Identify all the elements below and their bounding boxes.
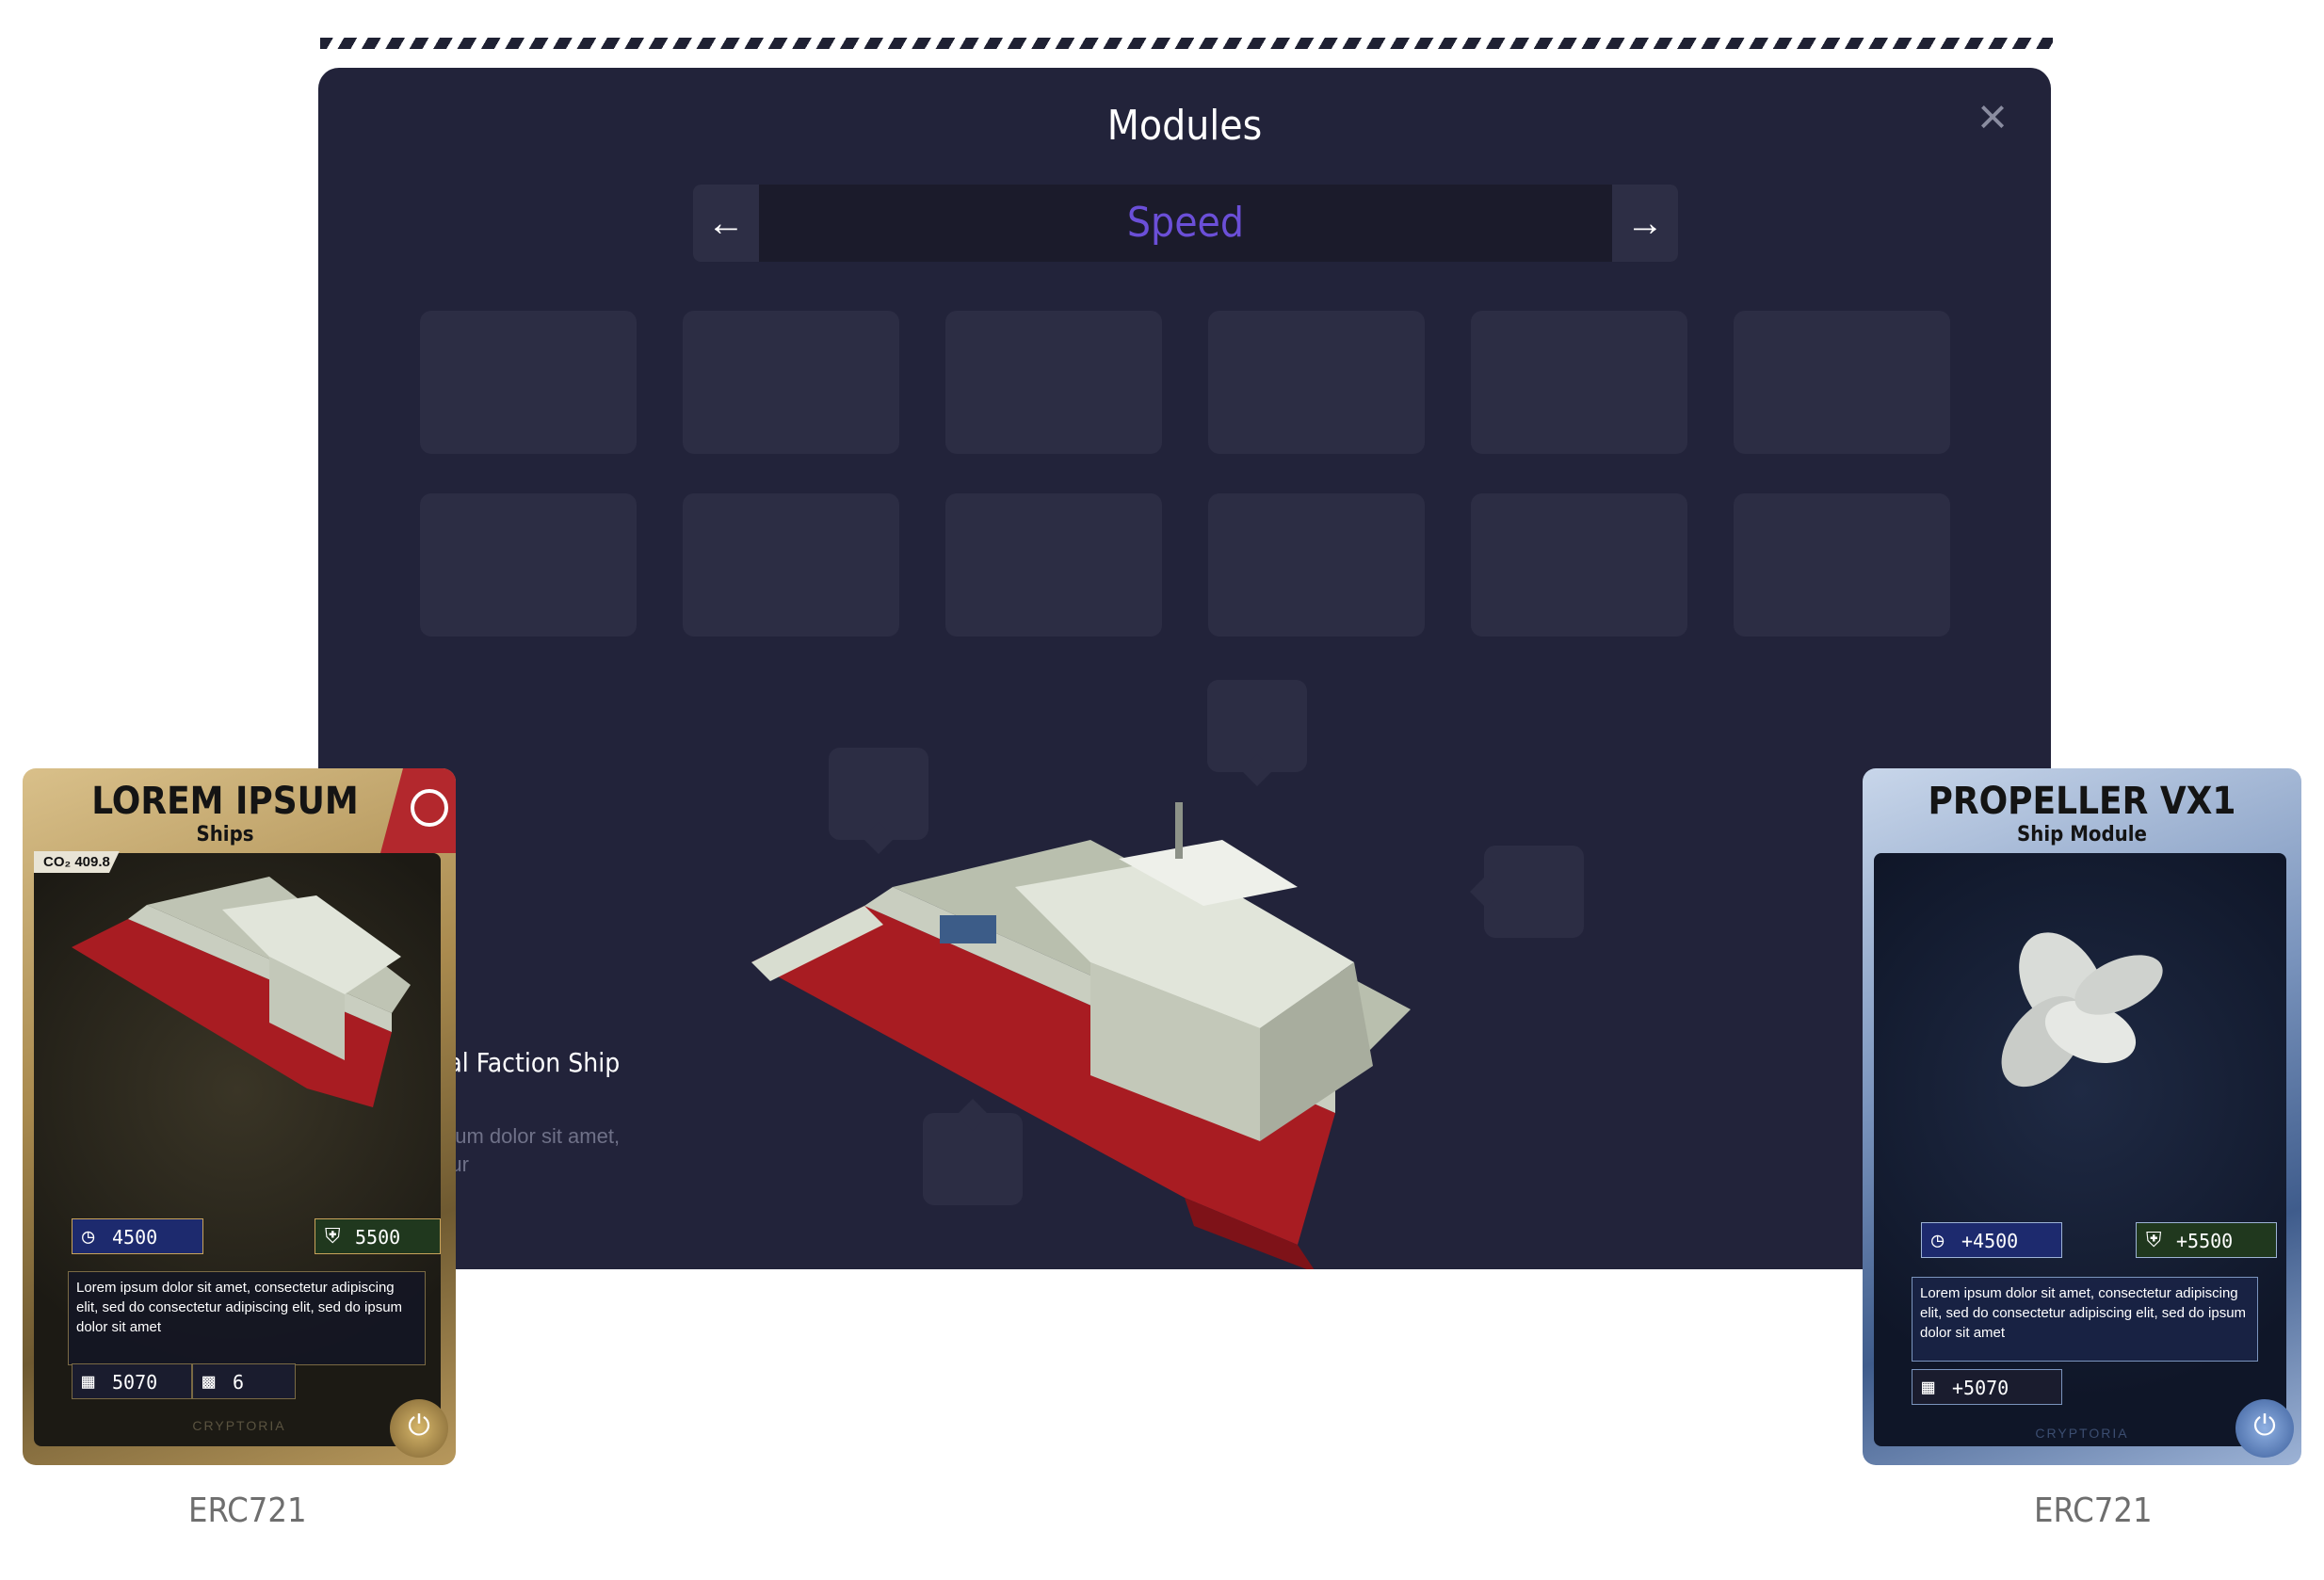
arrow-right-icon[interactable]: → — [1612, 185, 1678, 262]
module-category-selector: ← Speed → — [693, 185, 1678, 262]
module-slot[interactable] — [945, 493, 1162, 637]
hazard-stripe — [320, 38, 2053, 49]
speedometer-icon: ◷ — [1931, 1229, 1945, 1252]
card-title: PROPELLER VX1 — [1928, 780, 2236, 823]
module-slot[interactable] — [945, 311, 1162, 454]
modal-title: Modules — [1106, 102, 1263, 150]
speed-stat: ◷ 4500 — [72, 1218, 203, 1254]
module-slot[interactable] — [1471, 311, 1687, 454]
slots-value: 6 — [233, 1371, 245, 1394]
power-icon[interactable]: ⏻ — [390, 1399, 448, 1458]
ship-thumbnail-image — [72, 877, 411, 1107]
ship-name: rial Faction Ship — [431, 1047, 621, 1078]
module-slot[interactable] — [1734, 493, 1950, 637]
storage-stat: ▦ +5070 — [1912, 1369, 2062, 1405]
shield-icon: ⛨ — [2146, 1229, 2162, 1252]
storage-value: +5070 — [1952, 1377, 2009, 1399]
card-description: Lorem ipsum dolor sit amet, consectetur … — [1912, 1277, 2258, 1362]
armor-stat: ⛨ 5500 — [315, 1218, 441, 1254]
arrow-left-icon[interactable]: ← — [693, 185, 759, 262]
storage-icon: ▦ — [1922, 1376, 1935, 1399]
module-card[interactable]: PROPELLER VX1 Ship Module ◷ +4500 ⛨ +550… — [1863, 768, 2301, 1465]
card-description: Lorem ipsum dolor sit amet, consectetur … — [68, 1271, 426, 1365]
module-token-standard: ERC721 — [2034, 1491, 2153, 1530]
propeller-image — [2001, 932, 2163, 1088]
co2-badge: CO₂ 409.8 — [34, 851, 120, 873]
shield-icon: ⛨ — [325, 1225, 341, 1249]
armor-value: 5500 — [355, 1226, 401, 1249]
module-slot[interactable] — [420, 311, 637, 454]
speed-stat: ◷ +4500 — [1921, 1222, 2062, 1258]
module-slot[interactable] — [1208, 493, 1425, 637]
ship-token-standard: ERC721 — [188, 1491, 307, 1530]
ship-model-image — [751, 802, 1411, 1269]
module-slot-grid — [420, 311, 1950, 637]
modules-modal: Modules × ← Speed → rial Faction Ship ps… — [318, 68, 2051, 1269]
slots-icon: ▩ — [202, 1370, 216, 1394]
storage-value: 5070 — [112, 1371, 158, 1394]
ship-card[interactable]: LOREM IPSUM Ships CO₂ 409.8 ◷ 4500 ⛨ 550… — [23, 768, 456, 1465]
armor-stat: ⛨ +5500 — [2136, 1222, 2277, 1258]
close-icon[interactable]: × — [1966, 90, 2019, 143]
ship-description: psum dolor sit amet, etur — [433, 1124, 621, 1176]
storage-icon: ▦ — [82, 1370, 95, 1394]
module-slot[interactable] — [1471, 493, 1687, 637]
module-slot[interactable] — [683, 493, 899, 637]
module-slot[interactable] — [420, 493, 637, 637]
armor-value: +5500 — [2176, 1230, 2234, 1252]
hotspot-bubble[interactable] — [1207, 680, 1307, 772]
storage-stat: ▦ 5070 — [72, 1363, 192, 1399]
module-slot[interactable] — [1208, 311, 1425, 454]
speed-value: +4500 — [1961, 1230, 2019, 1252]
module-slot[interactable] — [683, 311, 899, 454]
speed-value: 4500 — [112, 1226, 158, 1249]
slots-stat: ▩ 6 — [192, 1363, 296, 1399]
power-icon[interactable]: ⏻ — [2235, 1399, 2294, 1458]
co2-label: CO₂ — [43, 854, 72, 870]
card-title: LOREM IPSUM — [91, 780, 359, 823]
speedometer-icon: ◷ — [82, 1225, 95, 1249]
card-subtitle: Ship Module — [2017, 823, 2147, 846]
module-slot[interactable] — [1734, 311, 1950, 454]
category-label: Speed — [1126, 199, 1245, 247]
co2-value: 409.8 — [74, 854, 110, 870]
